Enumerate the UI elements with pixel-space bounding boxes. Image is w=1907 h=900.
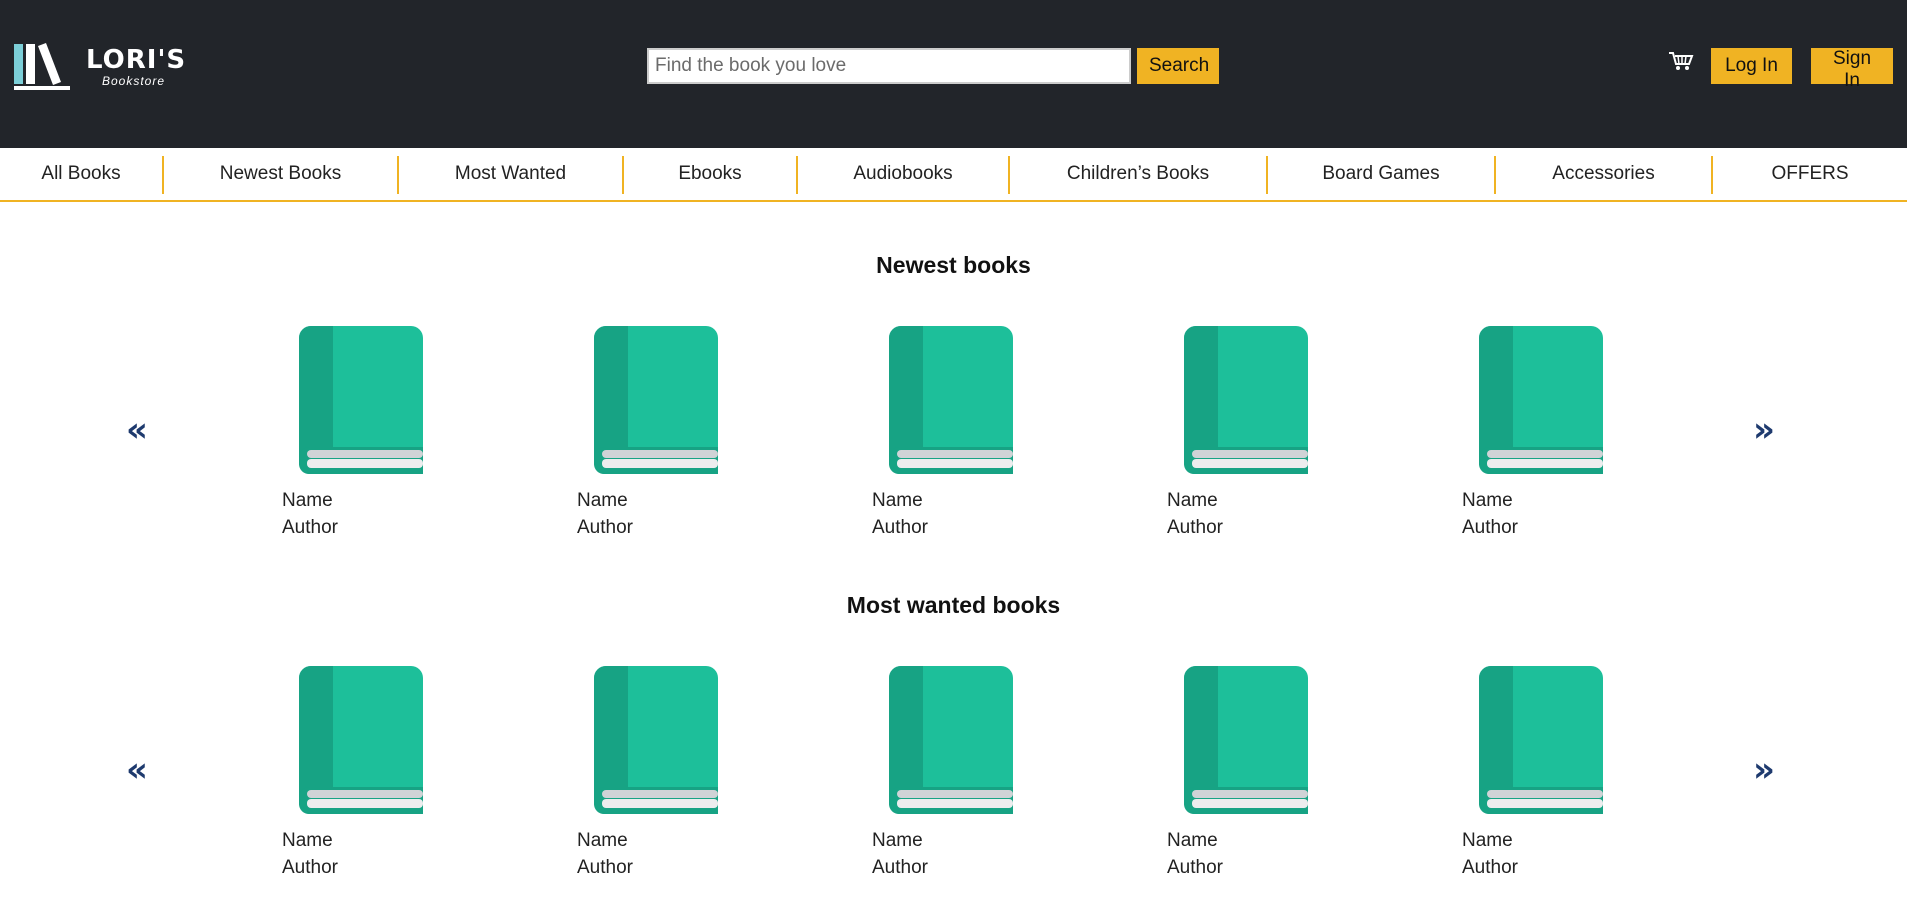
carousel-next-button[interactable]: » [1753, 753, 1775, 787]
book-name: Name [577, 830, 628, 851]
book-name: Name [1462, 830, 1513, 851]
logo-title: LORI'S [86, 45, 187, 75]
carousel-prev-button[interactable]: « [126, 413, 148, 447]
book-author: Author [872, 517, 928, 538]
book-card[interactable]: Name Author [1167, 666, 1327, 886]
book-author: Author [1167, 857, 1223, 878]
section-title-most-wanted: Most wanted books [846, 592, 1061, 618]
book-icon [594, 326, 718, 474]
book-card[interactable]: Name Author [282, 666, 442, 886]
book-icon [1184, 666, 1308, 814]
book-name: Name [1167, 830, 1218, 851]
book-author: Author [1462, 857, 1518, 878]
book-icon [889, 326, 1013, 474]
nav-item-accessories[interactable]: Accessories [1496, 148, 1711, 200]
book-name: Name [872, 830, 923, 851]
search-button[interactable]: Search [1137, 48, 1219, 84]
cart-icon[interactable] [1668, 50, 1694, 72]
book-card[interactable]: Name Author [282, 326, 442, 546]
book-name: Name [282, 830, 333, 851]
book-card[interactable]: Name Author [872, 326, 1032, 546]
nav-item-ebooks[interactable]: Ebooks [624, 148, 796, 200]
store-logo[interactable]: LORI'S Bookstore [14, 42, 186, 92]
logo-subtitle: Bookstore [102, 74, 166, 88]
nav-item-most-wanted[interactable]: Most Wanted [399, 148, 622, 200]
book-card[interactable]: Name Author [1462, 666, 1622, 886]
book-name: Name [577, 490, 628, 511]
signin-button[interactable]: Sign In [1811, 48, 1893, 91]
book-author: Author [282, 517, 338, 538]
carousel-prev-button[interactable]: « [126, 753, 148, 787]
book-name: Name [1462, 490, 1513, 511]
book-author: Author [1167, 517, 1223, 538]
book-icon [889, 666, 1013, 814]
carousel-next-button[interactable]: » [1753, 413, 1775, 447]
nav-item-childrens-books[interactable]: Children’s Books [1010, 148, 1266, 200]
book-icon [1479, 666, 1603, 814]
book-author: Author [1462, 517, 1518, 538]
nav-item-board-games[interactable]: Board Games [1268, 148, 1494, 200]
book-card[interactable]: Name Author [872, 666, 1032, 886]
book-name: Name [872, 490, 923, 511]
site-header: LORI'S Bookstore Search Log In Sign In [0, 0, 1907, 148]
book-name: Name [282, 490, 333, 511]
book-card[interactable]: Name Author [1462, 326, 1622, 546]
book-author: Author [577, 857, 633, 878]
book-icon [299, 326, 423, 474]
book-icon [1479, 326, 1603, 474]
nav-item-all-books[interactable]: All Books [0, 148, 162, 200]
books-logo-icon [14, 43, 70, 90]
book-author: Author [577, 517, 633, 538]
nav-item-newest-books[interactable]: Newest Books [164, 148, 397, 200]
nav-item-audiobooks[interactable]: Audiobooks [798, 148, 1008, 200]
search-input[interactable] [647, 48, 1131, 84]
book-card[interactable]: Name Author [577, 326, 737, 546]
search-bar: Search [647, 48, 1219, 84]
nav-item-offers[interactable]: OFFERS [1713, 148, 1907, 200]
book-author: Author [872, 857, 928, 878]
category-nav: All Books Newest Books Most Wanted Ebook… [0, 148, 1907, 202]
book-author: Author [282, 857, 338, 878]
book-icon [594, 666, 718, 814]
book-card[interactable]: Name Author [577, 666, 737, 886]
logo-text: LORI'S Bookstore [86, 46, 186, 88]
login-button[interactable]: Log In [1711, 48, 1792, 84]
book-icon [1184, 326, 1308, 474]
book-name: Name [1167, 490, 1218, 511]
book-icon [299, 666, 423, 814]
section-title-newest: Newest books [876, 252, 1031, 278]
book-card[interactable]: Name Author [1167, 326, 1327, 546]
